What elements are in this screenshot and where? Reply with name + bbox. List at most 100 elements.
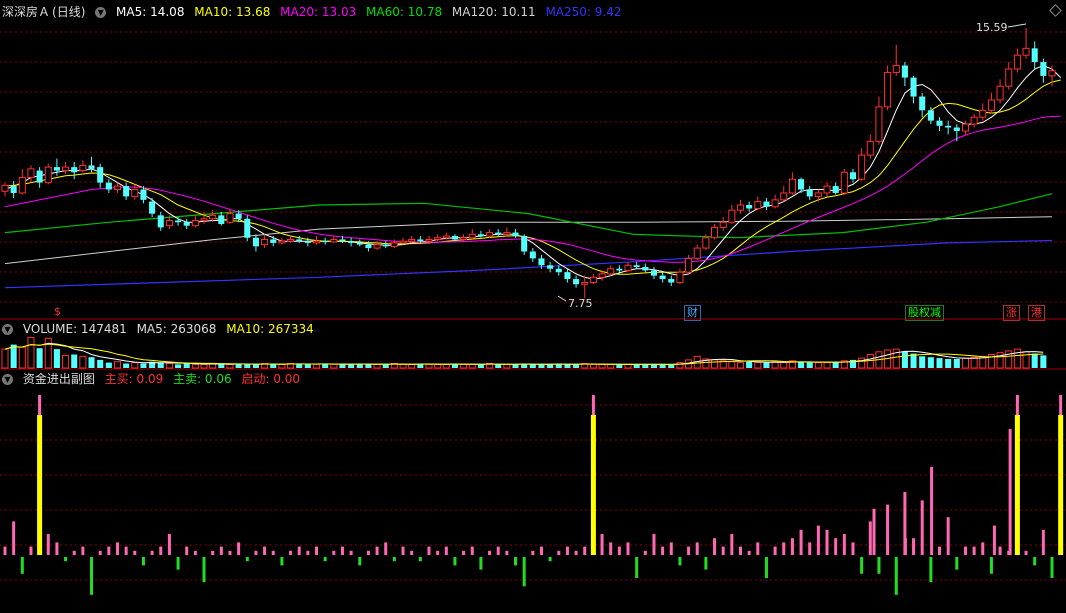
- candle-body: [616, 268, 623, 271]
- chevron-down-icon[interactable]: ▼: [2, 374, 13, 385]
- sell-bar: [64, 557, 68, 562]
- candle-body: [927, 110, 934, 121]
- candle-body: [573, 279, 580, 285]
- candle-body: [175, 220, 182, 223]
- sell-bar: [764, 557, 768, 578]
- candle-body: [910, 77, 917, 97]
- volume-bar: [373, 363, 381, 369]
- candle-body: [728, 209, 736, 223]
- buy-bar: [886, 504, 890, 555]
- sell-bar: [392, 557, 396, 562]
- candle-body: [1031, 48, 1038, 63]
- buy-bar: [816, 525, 820, 555]
- event-tag-finance[interactable]: 财: [684, 305, 701, 321]
- volume-bar: [365, 364, 372, 368]
- candle-body: [330, 238, 338, 243]
- buy-bar: [842, 534, 846, 555]
- candle-body: [589, 276, 597, 284]
- candle-body: [399, 240, 407, 244]
- candle-body: [693, 247, 701, 259]
- main-buy-value: 主买: 0.09: [104, 372, 164, 386]
- volume-bar: [123, 363, 130, 368]
- buy-bar: [271, 550, 275, 555]
- volume-bar: [175, 364, 182, 368]
- buy-bar: [81, 546, 85, 555]
- candle-body: [970, 116, 978, 125]
- volume-bar: [780, 362, 788, 369]
- candle-body: [468, 233, 476, 239]
- buy-bar: [505, 550, 509, 555]
- candle-body: [88, 165, 95, 169]
- candle-body: [624, 264, 632, 271]
- candle-body: [183, 222, 190, 226]
- buy-bar: [600, 534, 604, 555]
- candle-body: [105, 182, 112, 190]
- candle-body: [979, 109, 987, 118]
- low-marker-line: [557, 295, 567, 302]
- buy-bar: [289, 550, 293, 555]
- buy-bar: [799, 529, 803, 555]
- buy-bar: [98, 550, 102, 555]
- buy-bar: [297, 546, 301, 555]
- volume-bar: [1013, 348, 1021, 369]
- event-tag-hk[interactable]: 港: [1028, 305, 1045, 321]
- buy-bar: [46, 534, 50, 555]
- buy-bar: [992, 525, 996, 555]
- candle-body: [668, 279, 675, 283]
- sell-bar: [860, 557, 864, 574]
- buy-bar: [938, 546, 942, 555]
- volume-bar: [270, 364, 277, 368]
- event-tag-equity-reduce[interactable]: 股权减: [905, 305, 944, 321]
- buy-bar: [920, 500, 924, 555]
- buy-bar: [193, 550, 197, 555]
- buy-bar: [401, 546, 405, 555]
- signal-bar: [1058, 415, 1064, 555]
- sell-bar: [548, 557, 552, 562]
- candle-body: [235, 213, 242, 219]
- volume-bar: [798, 361, 805, 368]
- candle-body: [382, 244, 389, 247]
- volume-bar: [512, 364, 519, 368]
- volume-bar: [754, 362, 762, 369]
- buy-bar: [834, 538, 838, 555]
- buy-bar: [695, 542, 699, 555]
- buy-bar: [930, 466, 934, 555]
- candle-body: [191, 220, 199, 227]
- candle-body: [312, 240, 321, 244]
- candle-body: [780, 192, 788, 201]
- volume-bar: [573, 364, 580, 368]
- volume-bar: [858, 357, 866, 369]
- candle-body: [322, 241, 329, 243]
- buy-bar: [366, 550, 370, 555]
- main-sell-value: 主卖: 0.06: [173, 372, 232, 386]
- sell-bar: [929, 557, 933, 583]
- event-tag-rise[interactable]: 涨: [1003, 305, 1020, 321]
- candle-body: [875, 106, 883, 142]
- buy-bar: [124, 546, 128, 555]
- volume-bar: [36, 348, 43, 368]
- candle-body: [149, 201, 156, 214]
- buy-bar: [687, 546, 691, 555]
- candle-body: [44, 166, 52, 184]
- buy-bar: [565, 546, 569, 555]
- buy-bar: [747, 550, 751, 555]
- candle-body: [477, 234, 484, 237]
- volume-bar: [131, 362, 139, 369]
- candle-body: [140, 189, 147, 200]
- candle-body: [157, 215, 164, 228]
- sell-bar: [245, 557, 249, 562]
- candle-body: [200, 218, 208, 222]
- chevron-down-icon[interactable]: ▼: [2, 324, 13, 335]
- volume-bar: [330, 363, 338, 369]
- volume-bar: [218, 364, 225, 368]
- event-tag-dollar[interactable]: $: [52, 305, 63, 319]
- candle-body: [659, 275, 666, 280]
- volume-bar: [919, 356, 926, 368]
- volume-bar: [1022, 351, 1030, 369]
- chevron-down-icon[interactable]: ▼: [95, 7, 107, 18]
- volume-bar: [961, 357, 969, 369]
- buy-bar: [981, 542, 985, 555]
- ma250-line: [4, 239, 1053, 289]
- buy-bar: [159, 546, 163, 555]
- buy-bar: [669, 542, 673, 555]
